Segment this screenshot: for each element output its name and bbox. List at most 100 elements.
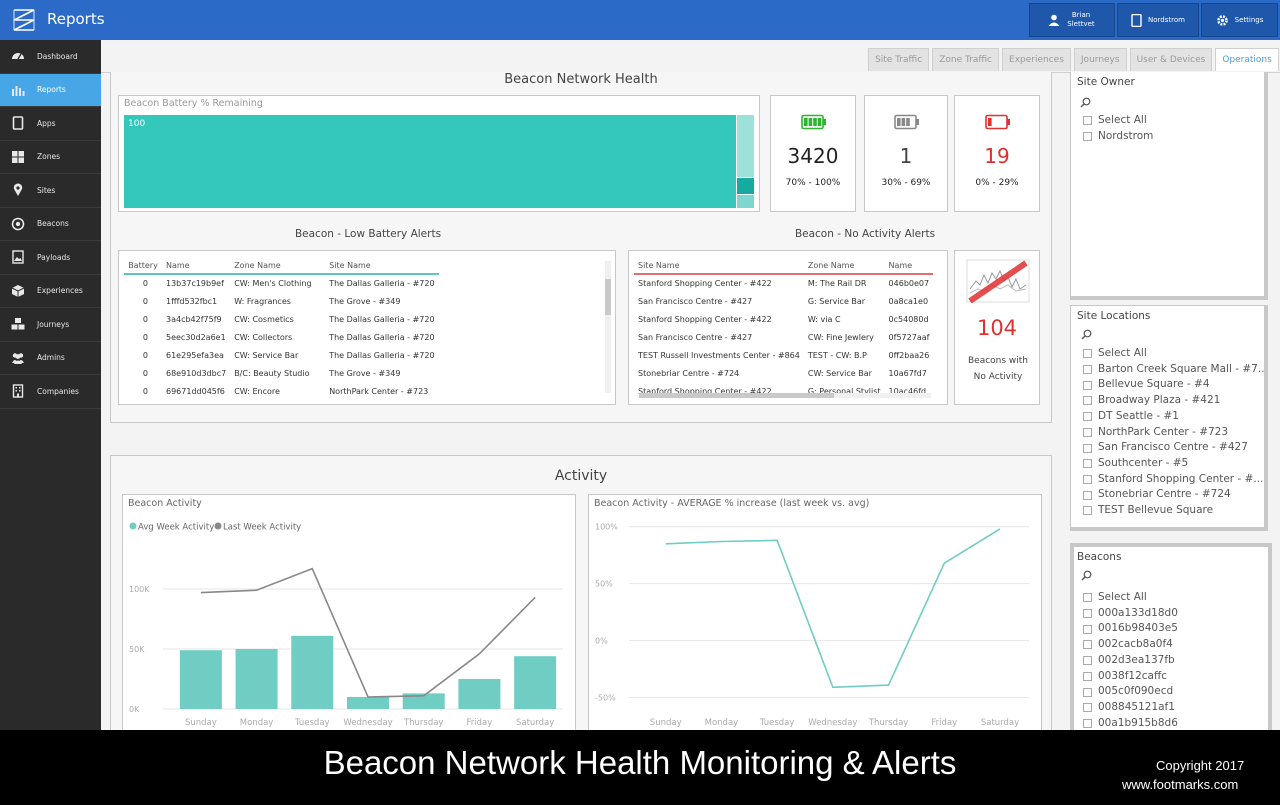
table-row[interactable]: 0 13b37c19b9ef CW: Men's Clothing The Dalla…: [124, 274, 439, 292]
table-row[interactable]: San Francisco Centre - #427 CW: Fine Jewl…: [634, 328, 933, 346]
slicer-option[interactable]: 008845121af1: [1083, 700, 1178, 716]
sidebar-item-admins[interactable]: Admins: [0, 342, 101, 375]
table-row[interactable]: TEST Russell Investments Center - #864 TE…: [634, 346, 933, 364]
slicer-option[interactable]: DT Seattle - #1: [1083, 409, 1264, 425]
sidebar-item-companies[interactable]: Companies: [0, 375, 101, 409]
checkbox[interactable]: [1083, 490, 1092, 500]
table-row[interactable]: 0 61e295efa3ea CW: Service Bar The Dallas G…: [124, 346, 439, 364]
tab-journeys[interactable]: Journeys: [1073, 48, 1127, 71]
slicer-option[interactable]: 002d3ea137fb: [1083, 653, 1178, 669]
sidebar-item-zones[interactable]: Zones: [0, 141, 101, 174]
slicer-option[interactable]: TEST Bellevue Square: [1083, 503, 1264, 519]
horizontal-scrollbar[interactable]: [639, 393, 931, 398]
slicer-option[interactable]: Stonebriar Centre - #724: [1083, 487, 1264, 503]
slicer-option[interactable]: 0016b98403e5: [1083, 621, 1178, 637]
tab-site-traffic[interactable]: Site Traffic: [868, 48, 930, 71]
slicer-option[interactable]: Select All: [1083, 113, 1153, 129]
sidebar-item-reports[interactable]: Reports: [0, 73, 101, 107]
bar[interactable]: [458, 679, 501, 709]
column-header[interactable]: Battery: [124, 257, 162, 275]
column-header[interactable]: Site Name: [634, 257, 804, 275]
table-row[interactable]: 0 5eec30d2a6e1 CW: Collectors The Dallas Ga…: [124, 328, 439, 346]
slicer-option[interactable]: Stanford Shopping Center - #...: [1083, 472, 1264, 488]
checkbox[interactable]: [1083, 349, 1092, 359]
bar[interactable]: [235, 649, 278, 709]
checkbox[interactable]: [1083, 396, 1092, 406]
sidebar-item-payloads[interactable]: Payloads: [0, 241, 101, 275]
checkbox[interactable]: [1083, 687, 1092, 697]
series-line[interactable]: [665, 528, 1001, 689]
search-icon[interactable]: [1081, 329, 1092, 340]
scrollbar-thumb[interactable]: [605, 279, 611, 315]
table-row[interactable]: 0 69671dd045f6 CW: Encore NorthPark Center …: [124, 382, 439, 400]
sidebar-item-apps[interactable]: Apps: [0, 107, 101, 141]
checkbox[interactable]: [1083, 412, 1092, 422]
table-row[interactable]: 0 68e910d3dbc7 B/C: Beauty Studio The Grove…: [124, 364, 439, 382]
checkbox[interactable]: [1083, 624, 1092, 634]
vertical-scrollbar[interactable]: [605, 261, 611, 393]
sidebar-item-beacons[interactable]: Beacons: [0, 208, 101, 241]
checkbox[interactable]: [1083, 365, 1092, 375]
org-button[interactable]: Nordstrom: [1117, 3, 1199, 37]
tab-experiences[interactable]: Experiences: [1002, 48, 1071, 71]
bar[interactable]: [514, 656, 557, 709]
slicer-option[interactable]: 00a1b915b8d6: [1083, 716, 1178, 732]
battery-block-small-3[interactable]: [737, 195, 754, 208]
checkbox[interactable]: [1083, 718, 1092, 728]
checkbox[interactable]: [1083, 703, 1092, 713]
settings-button[interactable]: Settings: [1201, 3, 1278, 37]
column-header[interactable]: Name: [884, 257, 934, 275]
checkbox[interactable]: [1083, 671, 1092, 681]
slicer-option[interactable]: Broadway Plaza - #421: [1083, 393, 1264, 409]
slicer-option[interactable]: 005c0f090ecd: [1083, 684, 1178, 700]
scrollbar-thumb[interactable]: [639, 393, 834, 398]
checkbox[interactable]: [1083, 427, 1092, 437]
table-row[interactable]: Stonebriar Centre - #724 CW: Service Bar 1…: [634, 364, 933, 382]
bar[interactable]: [347, 697, 389, 709]
slicer-option[interactable]: Southcenter - #5: [1083, 456, 1264, 472]
table-row[interactable]: San Francisco Centre - #427 G: Service Ba…: [634, 292, 933, 310]
sidebar-item-experiences[interactable]: Experiences: [0, 275, 101, 308]
slicer-option[interactable]: San Francisco Centre - #427: [1083, 440, 1264, 456]
checkbox[interactable]: [1083, 474, 1092, 484]
tab-zone-traffic[interactable]: Zone Traffic: [932, 48, 1000, 71]
checkbox[interactable]: [1083, 459, 1092, 469]
table-row[interactable]: Stanford Shopping Center - #422 W: via C 0…: [634, 310, 933, 328]
slicer-option[interactable]: Bellevue Square - #4: [1083, 377, 1264, 393]
sidebar-item-sites[interactable]: Sites: [0, 174, 101, 208]
slicer-option[interactable]: 0038f12caffc: [1083, 669, 1178, 685]
table-row[interactable]: 0 3a4cb42f75f9 CW: Cosmetics The Dallas Gal…: [124, 310, 439, 328]
checkbox[interactable]: [1083, 443, 1092, 453]
battery-block-100[interactable]: 100: [124, 115, 736, 208]
checkbox[interactable]: [1083, 380, 1092, 390]
tab-operations[interactable]: Operations: [1215, 48, 1279, 71]
bar[interactable]: [179, 650, 222, 709]
column-header[interactable]: Site Name: [325, 257, 439, 275]
column-header[interactable]: Name: [162, 257, 231, 275]
checkbox[interactable]: [1083, 656, 1092, 666]
search-icon[interactable]: [1080, 97, 1091, 108]
slicer-option[interactable]: NorthPark Center - #723: [1083, 425, 1264, 441]
table-row[interactable]: 0 1fffd532fbc1 W: Fragrances The Grove - #3…: [124, 292, 439, 310]
checkbox[interactable]: [1083, 640, 1092, 650]
bar[interactable]: [291, 635, 334, 709]
sidebar-item-journeys[interactable]: Journeys: [0, 308, 101, 342]
column-header[interactable]: Zone Name: [230, 257, 326, 275]
slicer-option[interactable]: Select All: [1083, 590, 1178, 606]
user-button[interactable]: Brian Slettvet: [1029, 3, 1115, 37]
checkbox[interactable]: [1083, 132, 1092, 142]
sidebar-item-dashboard[interactable]: Dashboard: [0, 40, 101, 74]
slicer-option[interactable]: Barton Creek Square Mall - #7...: [1083, 362, 1264, 378]
checkbox[interactable]: [1083, 593, 1092, 603]
checkbox[interactable]: [1083, 116, 1092, 126]
slicer-option[interactable]: 002cacb8a0f4: [1083, 637, 1178, 653]
column-header[interactable]: Zone Name: [803, 257, 885, 275]
checkbox[interactable]: [1083, 506, 1092, 516]
slicer-option[interactable]: 000a133d18d0: [1083, 606, 1178, 622]
search-icon[interactable]: [1081, 570, 1092, 581]
slicer-option[interactable]: Select All: [1083, 346, 1264, 362]
slicer-option[interactable]: Nordstrom: [1083, 129, 1153, 145]
battery-block-small-2[interactable]: [737, 178, 754, 194]
tab-user-devices[interactable]: User & Devices: [1129, 48, 1213, 71]
checkbox[interactable]: [1083, 609, 1092, 619]
